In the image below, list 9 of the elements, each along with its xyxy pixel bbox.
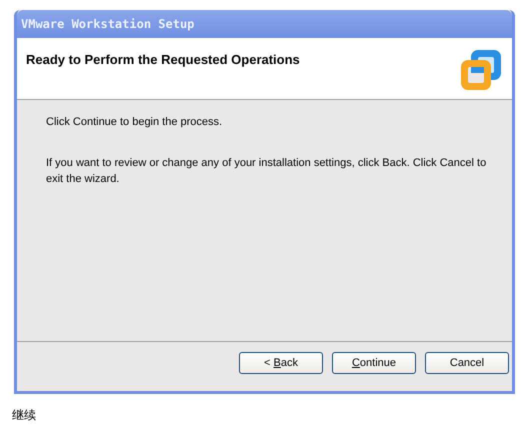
caption-text: 继续 [12,407,37,424]
logo-icon [459,48,503,92]
instruction-text: If you want to review or change any of your installation settings, click Back. Click Cancel to exit the wizard. [46,156,488,187]
instruction-text: Click Continue to begin the process. [46,115,224,130]
dialog-button[interactable]: Cancel [425,352,509,374]
dialog-button[interactable]: Continue [332,352,416,374]
dialog-button[interactable]: < Back [239,352,323,374]
window-title: VMware Workstation Setup [21,16,194,33]
header-title: Ready to Perform the Requested Operations [26,51,300,69]
